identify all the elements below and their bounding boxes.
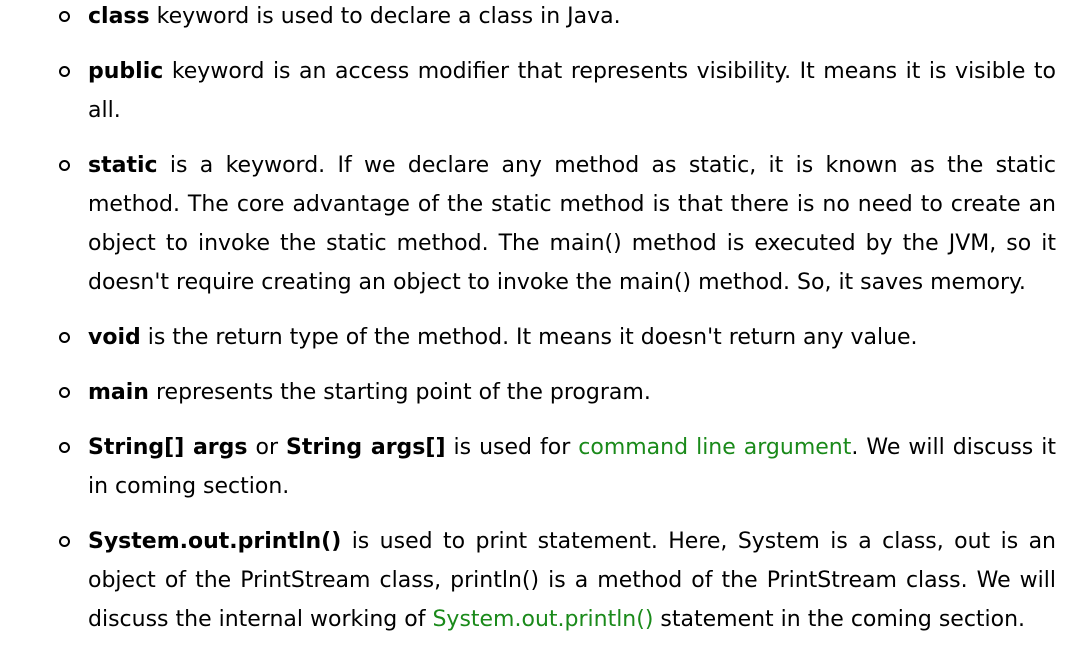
circle-bullet-icon: [56, 428, 72, 467]
body-text: is used for: [445, 435, 579, 460]
list-item: public keyword is an access modifier tha…: [0, 52, 1082, 130]
keyword-bold: System.out.println(): [88, 529, 342, 554]
keyword-bold: void: [88, 325, 141, 350]
body-text: represents the starting point of the pro…: [148, 380, 651, 405]
body-text: is the return type of the method. It mea…: [140, 325, 918, 350]
circle-bullet-icon: [56, 0, 72, 36]
list-item: void is the return type of the method. I…: [0, 318, 1082, 357]
list-item: String[] args or String args[] is used f…: [0, 428, 1082, 506]
bullet-list: class keyword is used to declare a class…: [0, 0, 1082, 655]
body-text: is a keyword. If we declare any method a…: [88, 153, 1056, 295]
keyword-bold: class: [88, 4, 150, 29]
list-item: class keyword is used to declare a class…: [0, 0, 1082, 36]
document-page: class keyword is used to declare a class…: [0, 0, 1082, 632]
circle-bullet-icon: [56, 373, 72, 412]
circle-bullet-icon: [56, 52, 72, 91]
circle-bullet-icon: [56, 146, 72, 185]
keyword-bold: public: [88, 59, 164, 84]
circle-bullet-icon: [56, 522, 72, 561]
keyword-bold: String args[]: [286, 435, 446, 460]
body-text: keyword is used to declare a class in Ja…: [149, 4, 621, 29]
system-out-println-link[interactable]: System.out.println(): [432, 607, 653, 632]
body-text: or: [247, 435, 287, 460]
command-line-argument-link[interactable]: command line argument: [578, 435, 851, 460]
keyword-bold: main: [88, 380, 149, 405]
list-item: main represents the starting point of th…: [0, 373, 1082, 412]
list-item: static is a keyword. If we declare any m…: [0, 146, 1082, 302]
keyword-bold: String[] args: [88, 435, 248, 460]
body-text: statement in the coming section.: [653, 607, 1026, 632]
body-text: keyword is an access modifier that repre…: [88, 59, 1056, 123]
keyword-bold: static: [88, 153, 158, 178]
list-item: System.out.println() is used to print st…: [0, 522, 1082, 639]
circle-bullet-icon: [56, 318, 72, 357]
